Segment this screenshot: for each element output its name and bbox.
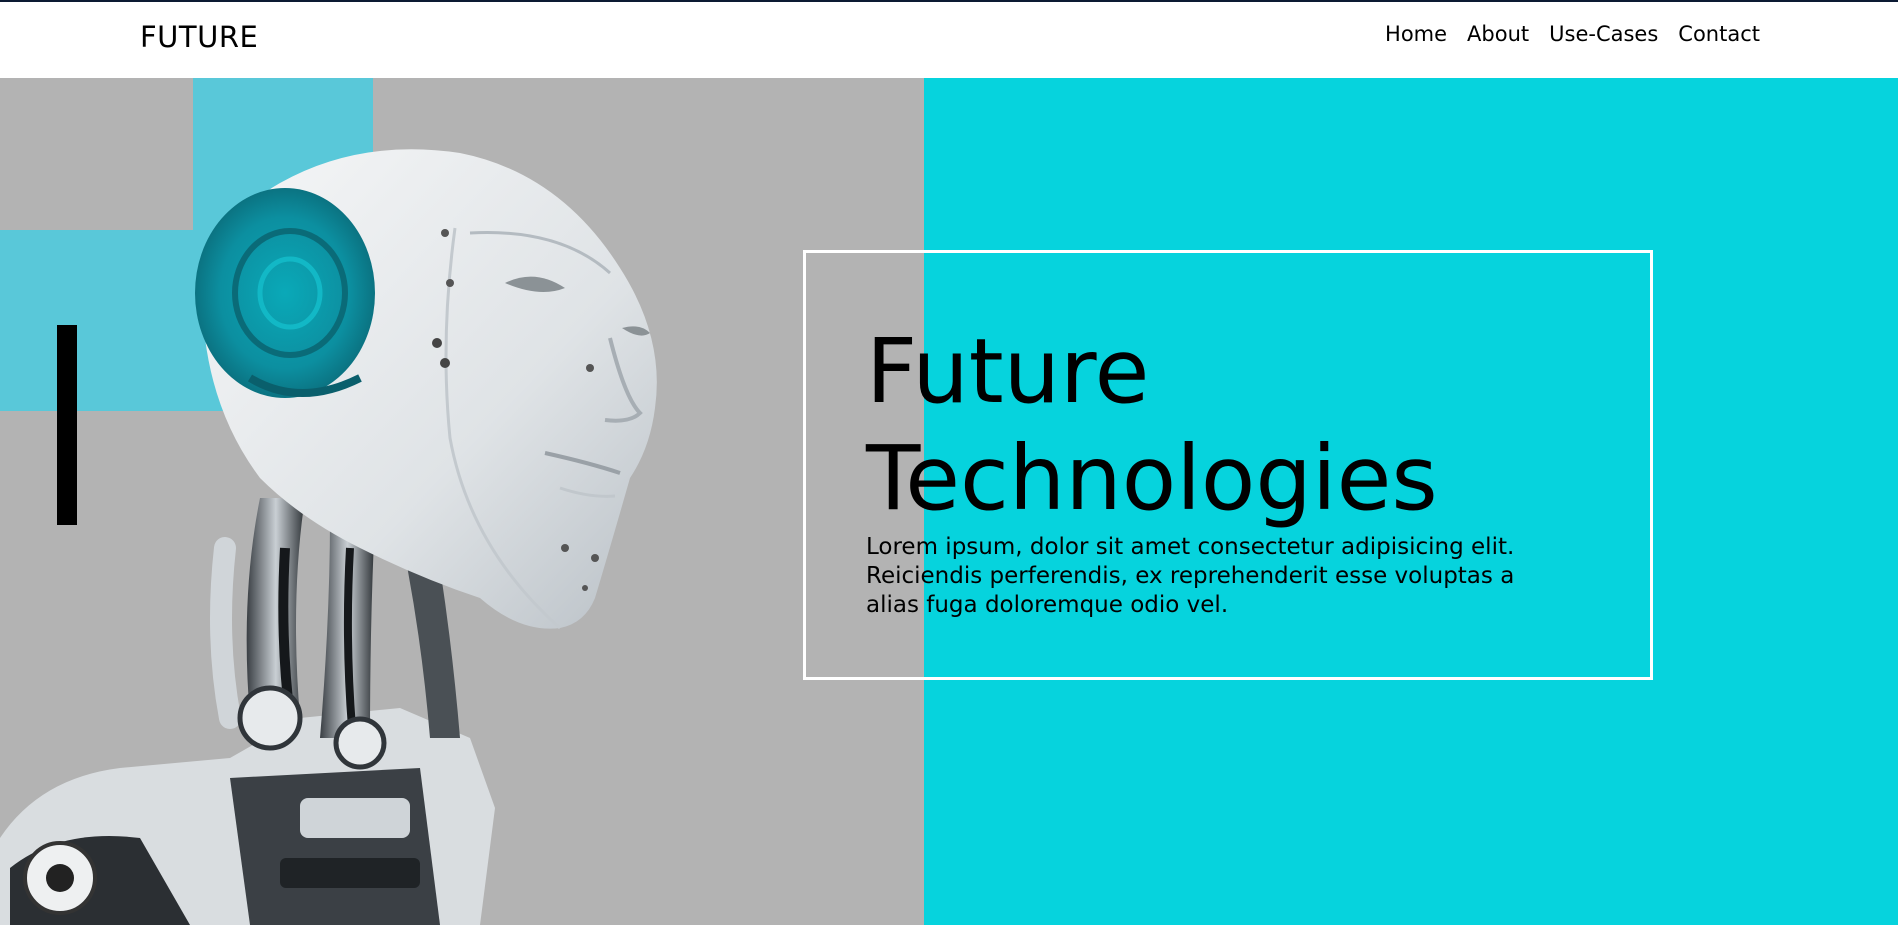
black-accent-bar: [57, 325, 77, 525]
hero-title: Future Technologies: [866, 319, 1438, 530]
hero-description: Lorem ipsum, dolor sit amet consectetur …: [866, 534, 1515, 618]
nav-link-about[interactable]: About: [1467, 22, 1529, 46]
robot-head-image: [0, 149, 657, 925]
nav-link-home[interactable]: Home: [1385, 22, 1447, 46]
brand-logo[interactable]: FUTURE: [140, 20, 258, 54]
navbar: FUTURE Home About Use-Cases Contact: [0, 2, 1898, 78]
nav-links: Home About Use-Cases Contact: [1385, 22, 1760, 46]
hero-image-panel: [0, 78, 924, 925]
nav-link-contact[interactable]: Contact: [1678, 22, 1760, 46]
nav-link-use-cases[interactable]: Use-Cases: [1549, 22, 1658, 46]
